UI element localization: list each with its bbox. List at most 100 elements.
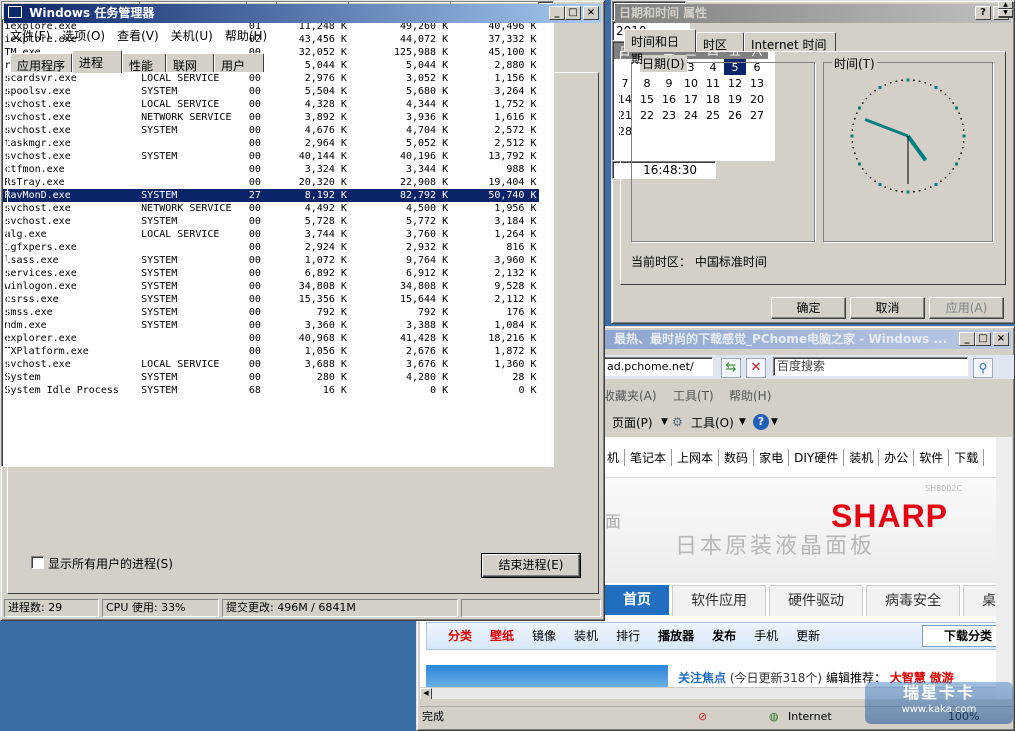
menu-item[interactable]: 查看(V) (111, 27, 165, 44)
site-sub-tab[interactable]: 排行 (607, 627, 649, 644)
show-all-label[interactable]: 显示所有用户的进程(S) (48, 555, 173, 572)
cancel-button[interactable]: 取消 (850, 297, 925, 319)
site-sub-tab[interactable]: 播放器 (649, 627, 703, 644)
tab-label: 用户 (221, 59, 246, 73)
datetime-dialog: 日期和时间 属性 ? × 时间和日期 时区 Internet 时间 日期(D) … (611, 0, 1015, 324)
minimize-icon[interactable]: _ (549, 6, 565, 20)
minute-mark (852, 146, 855, 149)
search-input[interactable]: 百度搜索 (773, 357, 968, 376)
chevron-down-icon[interactable]: ▼ (661, 417, 668, 427)
address-bar[interactable]: ad.pchome.net/ (603, 357, 713, 376)
site-sub-tab[interactable]: 装机 (565, 627, 607, 644)
site-sub-tab[interactable]: 手机 (745, 627, 787, 644)
minute-mark (961, 123, 964, 126)
minute-mark (901, 190, 904, 193)
tab-users[interactable]: 用户 (214, 53, 264, 73)
refresh-icon[interactable]: ⇆ (721, 358, 741, 378)
menu-tools[interactable]: 工具(T) (673, 387, 714, 404)
site-nav-link[interactable]: 下载 (949, 449, 985, 466)
site-nav-link[interactable]: 办公 (879, 449, 915, 466)
site-main-tab[interactable]: 病毒安全 (866, 585, 960, 616)
site-nav-link[interactable]: 数码 (719, 449, 755, 466)
menu-help[interactable]: 帮助(H) (729, 387, 771, 404)
maximize-icon[interactable]: □ (565, 6, 581, 20)
maximize-icon[interactable]: □ (975, 332, 991, 346)
hour-hand (906, 134, 928, 162)
minute-mark (944, 176, 947, 179)
minute-mark (884, 186, 887, 189)
close-icon[interactable]: × (993, 332, 1009, 346)
site-main-tab[interactable]: 桌 (963, 585, 996, 616)
tab-timezone[interactable]: 时区 (696, 32, 744, 52)
minute-mark (865, 172, 868, 175)
vertical-scrollbar[interactable] (996, 437, 1012, 699)
menu-item[interactable]: 帮助(H) (219, 27, 273, 44)
tab-time-date[interactable]: 时间和日期 (624, 29, 696, 66)
minute-mark (901, 79, 904, 82)
site-nav-link[interactable]: DIY硬件 (789, 449, 845, 466)
tab-performance[interactable]: 性能 (122, 53, 166, 73)
help-icon[interactable]: ? (753, 414, 769, 430)
download-category-button[interactable]: 下载分类 (922, 625, 996, 647)
help-icon[interactable]: ? (975, 6, 991, 20)
site-sub-tab[interactable]: 镜像 (523, 627, 565, 644)
site-nav-link[interactable]: 家电 (754, 449, 790, 466)
scroll-left-icon[interactable]: ◀ (420, 688, 432, 699)
rising-watermark: 瑞星卡卡 www.kaka.com (865, 682, 1013, 724)
site-nav-link[interactable]: 笔记本 (625, 449, 673, 466)
status-commit: 提交更改: 496M / 6841M (222, 599, 458, 617)
table-cell: 45,100 K (488, 47, 537, 58)
site-sub-tab[interactable]: 更新 (787, 627, 829, 644)
time-spin-up[interactable]: ▲ (998, 1, 1013, 9)
minute-mark (889, 81, 892, 84)
sub-tabs: 分类 壁纸 镜像 装机 排行 播放器 发布 手机 更新 (439, 627, 829, 644)
close-icon[interactable]: × (583, 6, 599, 20)
minimize-icon[interactable]: _ (959, 332, 975, 346)
tab-internet-time[interactable]: Internet 时间 (744, 32, 836, 52)
minute-mark (874, 180, 876, 183)
tools-menu[interactable]: 工具(O) (691, 414, 734, 431)
news-label: 关注焦点 (678, 671, 727, 685)
ok-button[interactable]: 确定 (771, 297, 846, 319)
stop-icon[interactable]: ✕ (746, 358, 766, 378)
chevron-down-icon[interactable]: ▼ (739, 417, 746, 427)
date-group: 日期(D) (631, 55, 815, 242)
site-nav-link[interactable]: 软件 (914, 449, 950, 466)
hour-mark (954, 162, 958, 166)
tab-networking[interactable]: 联网 (166, 53, 214, 73)
hour-mark (906, 78, 910, 82)
minute-mark (958, 157, 961, 160)
globe-icon: ◍ (769, 710, 779, 723)
popup-blocker-icon: ⊘ (698, 710, 708, 723)
site-sub-tab[interactable]: 壁纸 (481, 627, 523, 644)
site-main-tab[interactable]: 软件应用 (672, 585, 766, 616)
time-spin-down[interactable]: ▼ (998, 9, 1013, 17)
site-sub-tab[interactable]: 发布 (703, 627, 745, 644)
site-nav-link[interactable]: 装机 (844, 449, 880, 466)
minute-mark (929, 83, 932, 86)
apply-label: 应用(A) (945, 301, 988, 315)
menu-item[interactable]: 选项(O) (56, 27, 111, 44)
minute-mark (962, 129, 965, 132)
site-sub-tab[interactable]: 分类 (439, 627, 481, 644)
site-main-tab[interactable]: 首页 (605, 585, 669, 615)
search-icon[interactable]: ⚲ (973, 358, 993, 378)
menu-item[interactable]: 关机(U) (165, 27, 219, 44)
chevron-down-icon[interactable]: ▼ (771, 417, 778, 427)
site-main-tab[interactable]: 硬件驱动 (769, 585, 863, 616)
end-process-button[interactable]: 结束进程(E) (481, 553, 581, 578)
show-all-checkbox[interactable] (31, 556, 44, 569)
taskmgr-titlebar[interactable]: Windows 任务管理器 _ □ × (4, 4, 601, 23)
page-menu[interactable]: 页面(P) (612, 414, 653, 431)
taskmgr-icon (8, 6, 22, 18)
tab-applications[interactable]: 应用程序 (10, 53, 72, 73)
menu-item[interactable]: 文件(F) (4, 27, 56, 44)
site-nav-link[interactable]: 上网本 (672, 449, 720, 466)
datetime-titlebar[interactable]: 日期和时间 属性 ? × (615, 4, 1011, 23)
menu-favorites[interactable]: 收藏夹(A) (603, 387, 657, 404)
site-nav-link[interactable]: 机 (602, 449, 626, 466)
tab-processes[interactable]: 进程 (72, 50, 122, 73)
minute-mark (895, 80, 898, 83)
taskmgr-menubar: 文件(F) 选项(O) 查看(V) 关机(U) 帮助(H) (4, 25, 601, 45)
apply-button[interactable]: 应用(A) (929, 297, 1004, 319)
